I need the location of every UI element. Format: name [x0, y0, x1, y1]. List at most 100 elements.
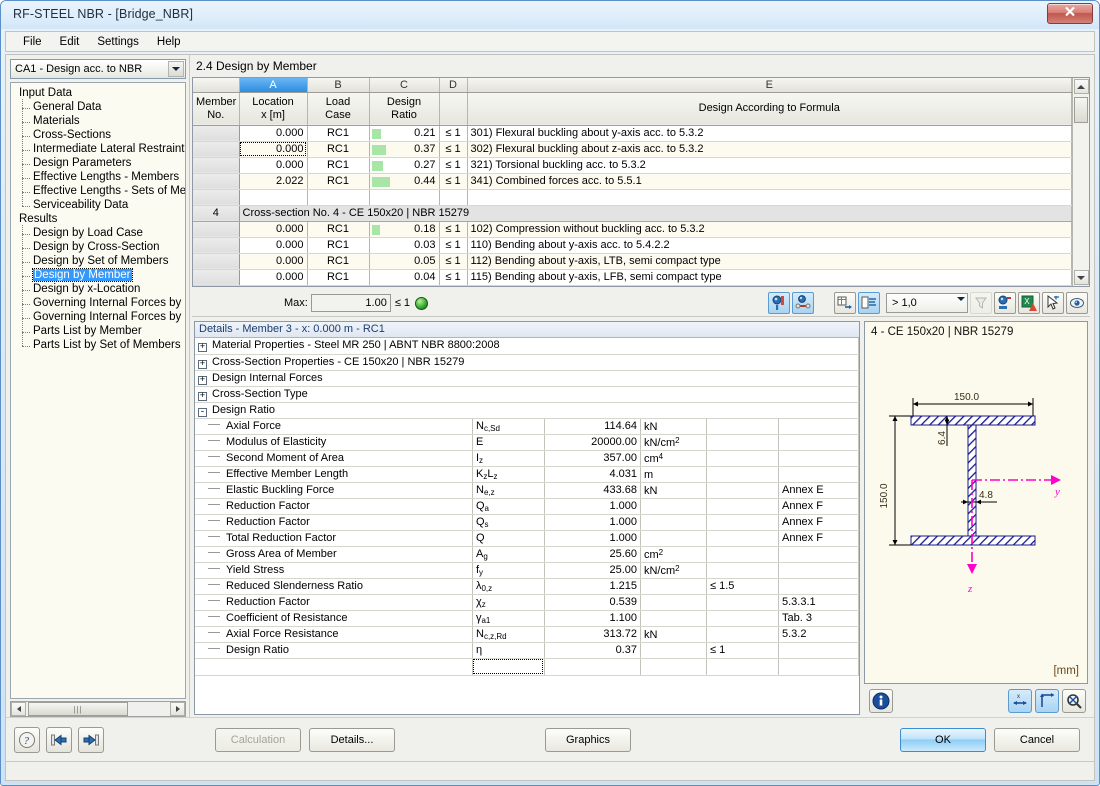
cell-load-case[interactable]: RC1: [307, 141, 370, 158]
tree-item-design-by-load-case[interactable]: Design by Load Case: [15, 225, 185, 242]
cell-location[interactable]: 0.000: [239, 221, 308, 238]
cell-member-no[interactable]: [193, 237, 240, 254]
tree-root-input-data[interactable]: Input Data: [15, 86, 185, 100]
tree-item-serviceability-data[interactable]: Serviceability Data: [15, 197, 185, 212]
menu-item-help[interactable]: Help: [148, 34, 190, 50]
section-material-properties[interactable]: + Material Properties - Steel MR 250 | AB…: [195, 338, 859, 355]
show-result-diagram-button[interactable]: [768, 292, 790, 314]
col-letter-a[interactable]: A: [239, 78, 308, 93]
cell-member-no[interactable]: 4: [193, 205, 240, 222]
tree-item-governing-forces-by-set[interactable]: Governing Internal Forces by S: [15, 309, 185, 326]
table-row[interactable]: 0.000 RC1 0.18 ≤ 1 102) Compression with…: [193, 221, 1072, 238]
section-cross-section-type[interactable]: + Cross-Section Type: [195, 386, 859, 403]
section-design-internal-forces[interactable]: + Design Internal Forces: [195, 370, 859, 387]
tree-item-effective-lengths-members[interactable]: Effective Lengths - Members: [15, 169, 185, 186]
section-design-ratio[interactable]: - Design Ratio: [195, 402, 859, 419]
cell-location[interactable]: 2.022: [239, 173, 308, 190]
col-letter-b[interactable]: B: [307, 78, 370, 93]
navigation-tree[interactable]: Input Data General Data Materials Cross-…: [10, 82, 186, 699]
details-row[interactable]: Reduced Slenderness Ratio λ0,z 1.215 ≤ 1…: [195, 578, 859, 595]
menu-item-settings[interactable]: Settings: [88, 34, 148, 50]
tree-item-design-by-member[interactable]: Design by Member: [15, 267, 185, 284]
detail-symbol-blank[interactable]: [472, 658, 545, 676]
cell-design-ratio[interactable]: 0.21: [369, 125, 440, 142]
table-group-row[interactable]: 4 Cross-section No. 4 - CE 150x20 | NBR …: [193, 205, 1072, 222]
cell-location[interactable]: 0.000: [239, 125, 308, 142]
cell-load-case[interactable]: RC1: [307, 221, 370, 238]
tree-horizontal-scrollbar[interactable]: |||: [10, 701, 186, 717]
select-in-graphic-button[interactable]: [1042, 292, 1064, 314]
cell-location[interactable]: 0.000: [239, 237, 308, 254]
dimension-toggle-button[interactable]: x: [1008, 689, 1032, 713]
expand-icon[interactable]: +: [198, 375, 207, 385]
cell-member-no[interactable]: [193, 221, 240, 238]
tree-item-parts-list-by-member[interactable]: Parts List by Member: [15, 323, 185, 340]
tree-item-governing-forces-by-member[interactable]: Governing Internal Forces by M: [15, 295, 185, 312]
details-row[interactable]: Reduction Factor Qs 1.000 Annex F: [195, 514, 859, 531]
tree-root-results[interactable]: Results: [15, 212, 185, 226]
details-row[interactable]: Reduction Factor χz 0.539 5.3.3.1: [195, 594, 859, 611]
max-value-field[interactable]: 1.00: [310, 294, 391, 312]
details-section-row[interactable]: - Design Ratio: [195, 402, 859, 419]
details-scrollarea[interactable]: + Material Properties - Steel MR 250 | AB…: [195, 338, 859, 714]
col-letter-c[interactable]: C: [369, 78, 440, 93]
details-row[interactable]: Design Ratio η 0.37 ≤ 1: [195, 642, 859, 659]
zoom-reset-button[interactable]: [1062, 689, 1086, 713]
details-row[interactable]: Coefficient of Resistance γa1 1.100 Tab.…: [195, 610, 859, 627]
tree-item-intermediate-lateral-restraints[interactable]: Intermediate Lateral Restraints: [15, 141, 185, 158]
details-button[interactable]: Details...: [309, 727, 395, 752]
previous-button[interactable]: [46, 726, 72, 753]
cell-location[interactable]: 0.000: [239, 157, 308, 174]
tree-item-design-by-x-location[interactable]: Design by x-Location: [15, 281, 185, 298]
table-row[interactable]: 0.000 RC1 0.05 ≤ 1 112) Bending about y-…: [193, 253, 1072, 270]
export-to-excel-button[interactable]: X: [1018, 292, 1040, 314]
calculation-button[interactable]: Calculation: [215, 727, 301, 752]
design-case-combo[interactable]: CA1 - Design acc. to NBR: [10, 59, 186, 79]
cell-member-no[interactable]: [193, 141, 240, 158]
cell-member-no[interactable]: [193, 125, 240, 142]
details-row[interactable]: Reduction Factor Qa 1.000 Annex F: [195, 498, 859, 515]
col-letter-d[interactable]: D: [439, 78, 468, 93]
tree-item-general-data[interactable]: General Data: [15, 99, 185, 116]
scroll-down-icon[interactable]: [1073, 270, 1089, 285]
close-button[interactable]: [1047, 3, 1093, 24]
cell-design-ratio[interactable]: [369, 189, 440, 206]
table-row-blank[interactable]: [193, 189, 1072, 206]
details-row[interactable]: Second Moment of Area Iz 357.00 cm4: [195, 450, 859, 467]
table-row[interactable]: 0.000 RC1 0.03 ≤ 1 110) Bending about y-…: [193, 237, 1072, 254]
cell-load-case[interactable]: RC1: [307, 125, 370, 142]
tree-item-effective-lengths-sets[interactable]: Effective Lengths - Sets of Mem: [15, 183, 185, 200]
tree-item-materials[interactable]: Materials: [15, 113, 185, 130]
details-section-row[interactable]: + Cross-Section Properties - CE 150x20 | …: [195, 354, 859, 371]
cell-member-no[interactable]: [193, 173, 240, 190]
cell-load-case[interactable]: [307, 189, 370, 206]
details-row[interactable]: Gross Area of Member Ag 25.60 cm2: [195, 546, 859, 563]
scrollbar-thumb[interactable]: |||: [28, 702, 128, 716]
cell-design-ratio[interactable]: 0.27: [369, 157, 440, 174]
table-export-button[interactable]: [834, 292, 856, 314]
tree-item-parts-list-by-set[interactable]: Parts List by Set of Members: [15, 337, 185, 352]
show-member-result-button[interactable]: [792, 292, 814, 314]
cell-load-case[interactable]: RC1: [307, 237, 370, 254]
cell-member-no[interactable]: [193, 189, 240, 206]
cell-load-case[interactable]: RC1: [307, 173, 370, 190]
details-row[interactable]: Modulus of Elasticity E 20000.00 kN/cm2: [195, 434, 859, 451]
scrollbar-thumb[interactable]: [1074, 97, 1088, 123]
cell-location[interactable]: 0.000: [239, 269, 308, 286]
tree-item-cross-sections[interactable]: Cross-Sections: [15, 127, 185, 144]
table-row[interactable]: 0.000 RC1 0.37 ≤ 1 302) Flexural bucklin…: [193, 141, 1072, 158]
chevron-down-icon[interactable]: [168, 61, 184, 77]
cell-design-ratio[interactable]: 0.18: [369, 221, 440, 238]
cell-design-ratio[interactable]: 0.05: [369, 253, 440, 270]
help-button[interactable]: ?: [14, 726, 40, 753]
collapse-icon[interactable]: -: [198, 407, 207, 417]
details-row[interactable]: Yield Stress fy 25.00 kN/cm2: [195, 562, 859, 579]
details-section-row[interactable]: + Design Internal Forces: [195, 370, 859, 387]
cell-member-no[interactable]: [193, 269, 240, 286]
cell-design-ratio[interactable]: 0.44: [369, 173, 440, 190]
menu-item-edit[interactable]: Edit: [51, 34, 89, 50]
cell-design-ratio[interactable]: 0.03: [369, 237, 440, 254]
details-row[interactable]: Effective Member Length KzLz 4.031 m: [195, 466, 859, 483]
table-filter-view-button[interactable]: [858, 292, 880, 314]
result-settings-button[interactable]: [994, 292, 1016, 314]
